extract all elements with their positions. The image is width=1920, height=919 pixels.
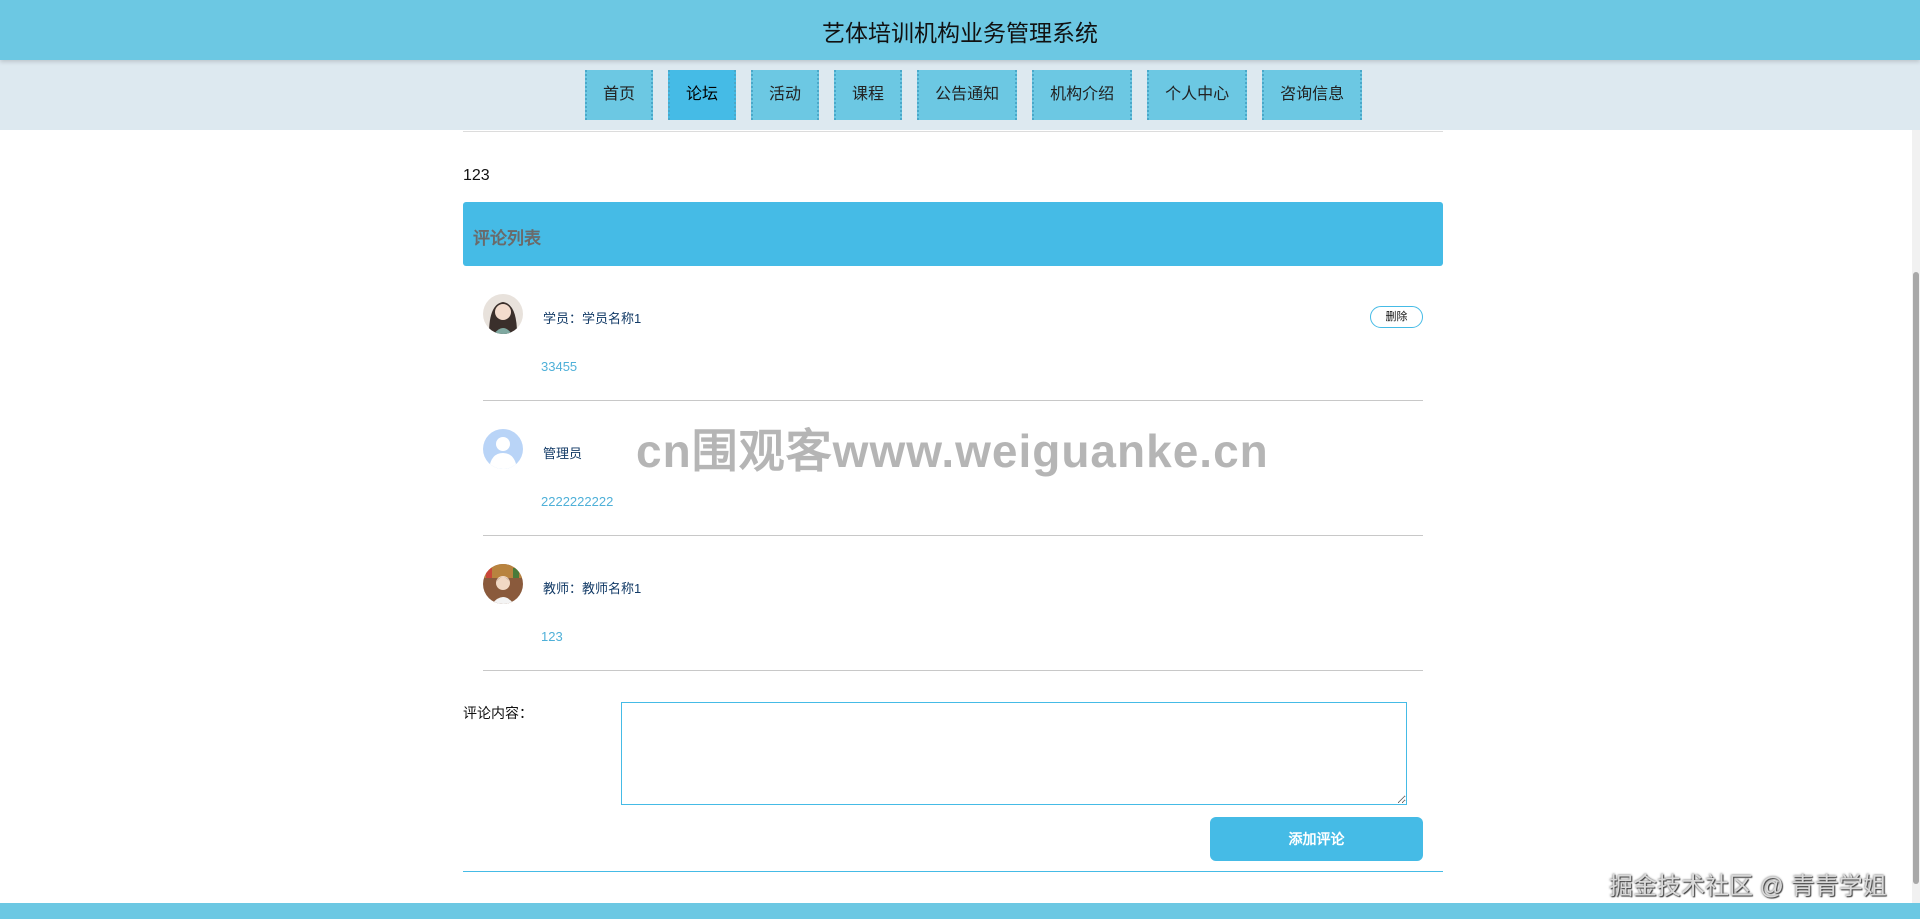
default-user-avatar-icon — [483, 429, 523, 469]
teacher-avatar-icon — [483, 564, 523, 604]
comment-content-label: 评论内容： — [463, 705, 533, 721]
watermark-corner-text: 掘金技术社区 @ 青青学姐 — [1609, 873, 1887, 900]
nav-item-courses[interactable]: 课程 — [834, 70, 903, 120]
page-scrollbar[interactable] — [1912, 130, 1920, 919]
comment-item: 教师：教师名称1 123 — [483, 536, 1423, 671]
add-comment-button[interactable]: 添加评论 — [1210, 817, 1423, 861]
delete-comment-button[interactable]: 删除 — [1370, 306, 1423, 328]
comment-author: 学员：学员名称1 — [543, 311, 642, 326]
main-nav: 首页 论坛 活动 课程 公告通知 机构介绍 个人中心 咨询信息 — [0, 60, 1920, 130]
nav-item-profile[interactable]: 个人中心 — [1147, 70, 1248, 120]
nav-item-about[interactable]: 机构介绍 — [1032, 70, 1133, 120]
footer-bar — [0, 903, 1920, 919]
site-title: 艺体培训机构业务管理系统 — [822, 20, 1098, 46]
comment-list-header: 评论列表 — [463, 202, 1443, 266]
nav-item-home[interactable]: 首页 — [585, 70, 654, 120]
nav-item-inquiries[interactable]: 咨询信息 — [1262, 70, 1363, 120]
comment-author: 管理员 — [543, 446, 583, 461]
comment-author: 教师：教师名称1 — [543, 581, 642, 596]
nav-item-forum[interactable]: 论坛 — [668, 70, 737, 120]
post-content: 123 — [463, 167, 490, 184]
student-avatar-icon — [483, 294, 523, 334]
divider — [463, 871, 1443, 872]
nav-items: 首页 论坛 活动 课程 公告通知 机构介绍 个人中心 咨询信息 — [585, 70, 1377, 120]
forum-detail: 123 评论列表 学员：学员名称1 33455 删除 管理员 222222222… — [463, 130, 1443, 890]
comment-item: 管理员 2222222222 — [483, 401, 1423, 536]
nav-item-activities[interactable]: 活动 — [751, 70, 820, 120]
scrollbar-thumb[interactable] — [1913, 272, 1919, 884]
top-bar: 艺体培训机构业务管理系统 — [0, 0, 1920, 60]
comment-item: 学员：学员名称1 33455 删除 — [483, 266, 1423, 401]
comment-list-title: 评论列表 — [473, 229, 541, 248]
comment-content-input[interactable] — [621, 702, 1407, 805]
divider — [463, 131, 1443, 132]
comment-text: 2222222222 — [541, 494, 614, 509]
comment-text: 33455 — [541, 359, 578, 374]
comment-text: 123 — [541, 629, 563, 644]
nav-item-announcements[interactable]: 公告通知 — [917, 70, 1018, 120]
